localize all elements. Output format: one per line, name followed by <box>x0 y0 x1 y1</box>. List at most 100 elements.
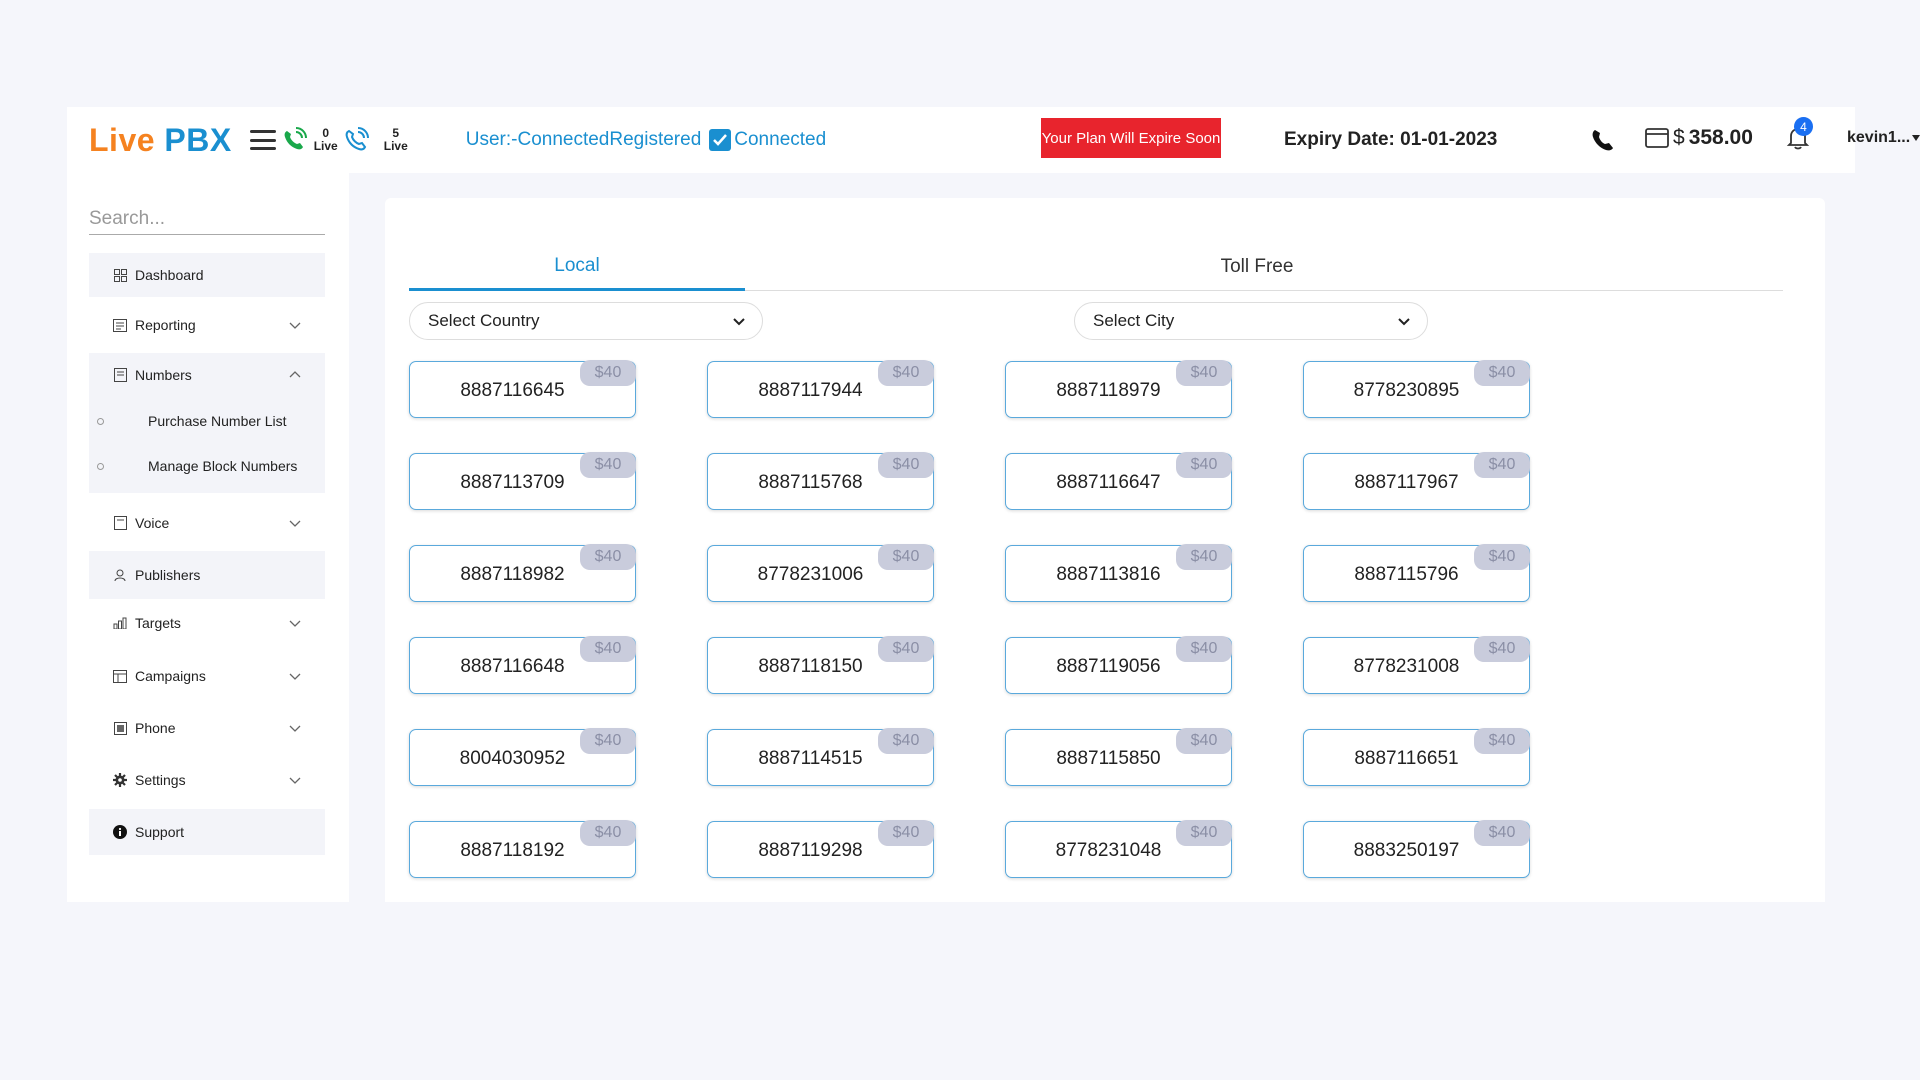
number-card[interactable]: 8887113709 $40 <box>409 452 636 510</box>
wallet-balance[interactable]: $ 358.00 <box>1645 126 1753 150</box>
number-card[interactable]: 8778231006 $40 <box>707 544 934 602</box>
number-card[interactable]: 8887117967 $40 <box>1303 452 1530 510</box>
number-card[interactable]: 8004030952 $40 <box>409 728 636 786</box>
numbers-icon <box>113 368 127 382</box>
price-badge: $40 <box>580 636 636 662</box>
sidebar-item-settings[interactable]: Settings <box>89 758 325 802</box>
sidebar-item-dashboard[interactable]: Dashboard <box>89 253 325 297</box>
price-badge: $40 <box>878 820 934 846</box>
sidebar-item-phone[interactable]: Phone <box>89 706 325 750</box>
sidebar-item-campaigns[interactable]: Campaigns <box>89 654 325 698</box>
chevron-down-icon <box>289 673 301 680</box>
number-card[interactable]: 8887119056 $40 <box>1005 636 1232 694</box>
checkbox-checked-icon <box>709 129 732 151</box>
user-icon <box>113 568 127 582</box>
price-badge: $40 <box>580 728 636 754</box>
number-card[interactable]: 8883250197 $40 <box>1303 820 1530 878</box>
sidebar-item-support[interactable]: Support <box>89 809 325 855</box>
chevron-down-icon <box>289 322 301 329</box>
sidebar-item-reporting[interactable]: Reporting <box>89 303 325 347</box>
circle-icon <box>97 462 104 470</box>
number-card[interactable]: 8778231008 $40 <box>1303 636 1530 694</box>
logo[interactable]: Live PBX <box>89 122 232 159</box>
number-card[interactable]: 8887116645 $40 <box>409 360 636 418</box>
number-card[interactable]: 8887117944 $40 <box>707 360 934 418</box>
chevron-up-icon <box>289 371 301 378</box>
bar-chart-icon <box>113 616 127 630</box>
price-badge: $40 <box>878 360 934 386</box>
number-card[interactable]: 8887118982 $40 <box>409 544 636 602</box>
price-badge: $40 <box>1176 728 1232 754</box>
price-badge: $40 <box>1474 636 1530 662</box>
chevron-down-icon <box>289 777 301 784</box>
number-card[interactable]: 8887114515 $40 <box>707 728 934 786</box>
number-card[interactable]: 8887116648 $40 <box>409 636 636 694</box>
number-card[interactable]: 8887118979 $40 <box>1005 360 1232 418</box>
city-select[interactable]: Select City <box>1074 302 1428 340</box>
price-badge: $40 <box>878 636 934 662</box>
price-badge: $40 <box>580 452 636 478</box>
top-header: Live PBX 0 Live 5 Live User:-ConnectedRe… <box>67 107 1920 173</box>
user-connection-status: User:-ConnectedRegistered Connected <box>465 129 827 151</box>
sidebar-subitem-purchase-number-list[interactable]: Purchase Number List <box>89 401 325 441</box>
number-card[interactable]: 8887116651 $40 <box>1303 728 1530 786</box>
phone-ringing-icon[interactable] <box>280 126 308 154</box>
expiry-date: Expiry Date: 01-01-2023 <box>1284 129 1498 150</box>
price-badge: $40 <box>1474 452 1530 478</box>
number-type-tabs: Local Toll Free <box>409 243 1783 291</box>
price-badge: $40 <box>878 452 934 478</box>
price-badge: $40 <box>1176 636 1232 662</box>
number-card[interactable]: 8887115768 $40 <box>707 452 934 510</box>
price-badge: $40 <box>1176 452 1232 478</box>
tab-local[interactable]: Local <box>409 243 745 291</box>
price-badge: $40 <box>878 728 934 754</box>
phone-outgoing-icon[interactable] <box>342 126 370 154</box>
chevron-down-icon <box>289 520 301 527</box>
sidebar-subitem-manage-block-numbers[interactable]: Manage Block Numbers <box>89 446 325 486</box>
price-badge: $40 <box>580 360 636 386</box>
number-card[interactable]: 8887118150 $40 <box>707 636 934 694</box>
plan-expire-button[interactable]: Your Plan Will Expire Soon <box>1041 118 1221 158</box>
circle-icon <box>97 417 104 425</box>
chevron-down-icon <box>289 725 301 732</box>
user-menu[interactable]: kevin1... <box>1847 129 1920 147</box>
search-input[interactable] <box>89 203 325 235</box>
country-select[interactable]: Select Country <box>409 302 763 340</box>
tab-toll-free[interactable]: Toll Free <box>1089 243 1425 291</box>
numbers-submenu: Purchase Number List Manage Block Number… <box>89 396 325 493</box>
price-badge: $40 <box>1176 544 1232 570</box>
number-card[interactable]: 8887116647 $40 <box>1005 452 1232 510</box>
sidebar-item-publishers[interactable]: Publishers <box>89 551 325 599</box>
price-badge: $40 <box>580 820 636 846</box>
price-badge: $40 <box>1474 360 1530 386</box>
phone-icon[interactable] <box>1590 127 1616 153</box>
sidebar-item-numbers[interactable]: Numbers <box>89 353 325 397</box>
price-badge: $40 <box>878 544 934 570</box>
chevron-down-icon <box>1912 135 1920 141</box>
chevron-down-icon <box>1398 318 1410 326</box>
number-card[interactable]: 8887118192 $40 <box>409 820 636 878</box>
wallet-icon <box>1645 128 1669 148</box>
number-card[interactable]: 8778230895 $40 <box>1303 360 1530 418</box>
table-icon <box>113 669 127 683</box>
notification-badge: 4 <box>1794 117 1813 136</box>
number-card[interactable]: 8887115850 $40 <box>1005 728 1232 786</box>
live-count-outgoing: 5 Live <box>383 126 408 153</box>
grid-icon <box>113 268 127 282</box>
sidebar-item-voice[interactable]: Voice <box>89 501 325 545</box>
menu-toggle-icon[interactable] <box>249 130 276 150</box>
price-badge: $40 <box>1176 360 1232 386</box>
number-card[interactable]: 8887119298 $40 <box>707 820 934 878</box>
phone-icon <box>113 721 127 735</box>
gear-icon <box>113 773 127 787</box>
sidebar-item-targets[interactable]: Targets <box>89 601 325 645</box>
number-card[interactable]: 8887115796 $40 <box>1303 544 1530 602</box>
number-card[interactable]: 8778231048 $40 <box>1005 820 1232 878</box>
info-icon <box>113 825 127 839</box>
price-badge: $40 <box>1474 544 1530 570</box>
number-card[interactable]: 8887113816 $40 <box>1005 544 1232 602</box>
price-badge: $40 <box>1176 820 1232 846</box>
price-badge: $40 <box>580 544 636 570</box>
voice-icon <box>113 516 127 530</box>
price-badge: $40 <box>1474 820 1530 846</box>
